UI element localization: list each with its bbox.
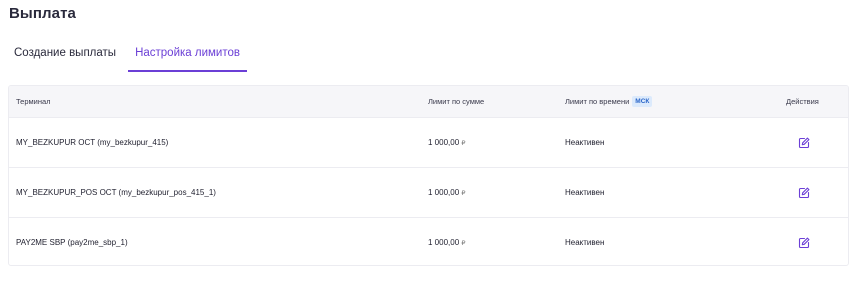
currency-symbol: ₽ xyxy=(461,140,466,147)
table-row: MY_BEZKUPUR OCT (my_bezkupur_415) 1 000,… xyxy=(9,117,848,167)
table-header: Терминал Лимит по сумме Лимит по времени… xyxy=(9,86,848,117)
time-limit-status: Неактивен xyxy=(565,138,605,147)
time-limit-status: Неактивен xyxy=(565,188,605,197)
header-time-limit: Лимит по времени МСК xyxy=(565,86,653,117)
terminal-name: MY_BEZKUPUR OCT (my_bezkupur_415) xyxy=(16,138,169,147)
currency-symbol: ₽ xyxy=(461,240,466,247)
tab-create-payout[interactable]: Создание выплаты xyxy=(8,40,122,72)
tab-limit-settings[interactable]: Настройка лимитов xyxy=(128,40,247,72)
page-title: Выплата xyxy=(9,5,76,22)
terminal-name: PAY2ME SBP (pay2me_sbp_1) xyxy=(16,238,128,247)
tab-bar: Создание выплаты Настройка лимитов xyxy=(8,40,253,72)
currency-symbol: ₽ xyxy=(461,190,466,197)
header-time-limit-label: Лимит по времени xyxy=(565,97,630,106)
table-row: PAY2ME SBP (pay2me_sbp_1) 1 000,00 ₽ Неа… xyxy=(9,217,848,265)
header-terminal: Терминал xyxy=(16,97,51,106)
edit-icon[interactable] xyxy=(798,187,810,199)
sum-limit-value: 1 000,00 ₽ xyxy=(428,168,466,218)
sum-limit-value: 1 000,00 ₽ xyxy=(428,218,466,265)
table-row: MY_BEZKUPUR_POS OCT (my_bezkupur_pos_415… xyxy=(9,167,848,217)
sum-limit-value: 1 000,00 ₽ xyxy=(428,118,466,168)
edit-icon[interactable] xyxy=(798,237,810,249)
sum-amount: 1 000,00 xyxy=(428,188,460,197)
timezone-badge: МСК xyxy=(632,95,653,107)
header-actions: Действия xyxy=(786,97,819,106)
time-limit-status: Неактивен xyxy=(565,238,605,247)
header-sum-limit: Лимит по сумме xyxy=(428,97,485,106)
edit-icon[interactable] xyxy=(798,137,810,149)
sum-amount: 1 000,00 xyxy=(428,138,460,147)
terminal-name: MY_BEZKUPUR_POS OCT (my_bezkupur_pos_415… xyxy=(16,188,216,197)
limits-table: Терминал Лимит по сумме Лимит по времени… xyxy=(8,85,849,266)
sum-amount: 1 000,00 xyxy=(428,238,460,247)
